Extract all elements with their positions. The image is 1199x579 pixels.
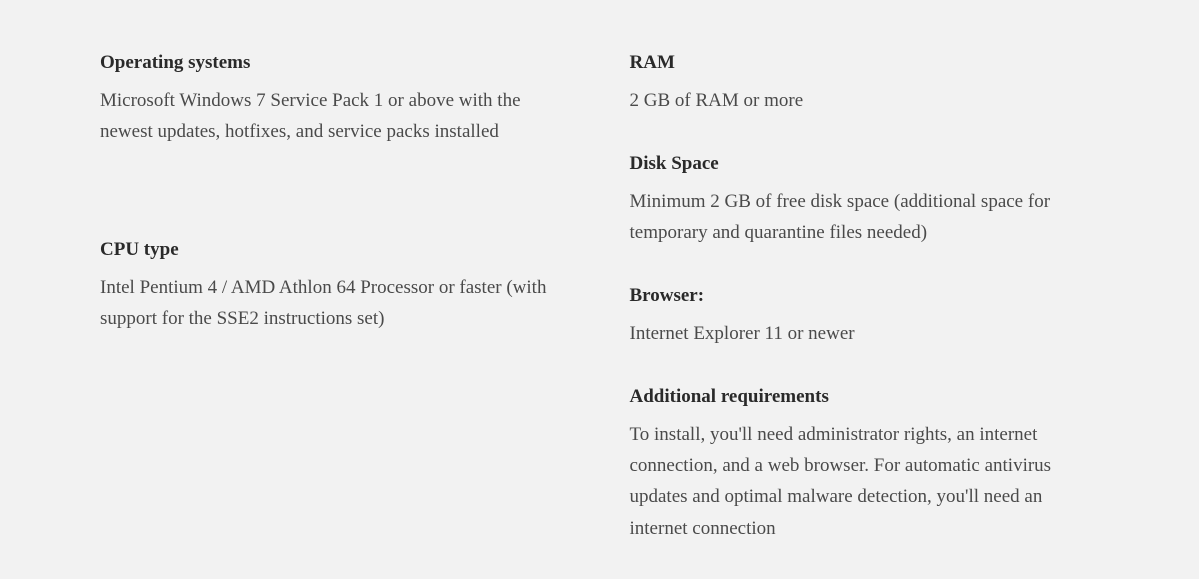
os-body: Microsoft Windows 7 Service Pack 1 or ab… xyxy=(100,85,570,148)
browser-body: Internet Explorer 11 or newer xyxy=(630,318,1100,349)
disk-section: Disk Space Minimum 2 GB of free disk spa… xyxy=(630,151,1100,248)
ram-heading: RAM xyxy=(630,50,1100,77)
disk-heading: Disk Space xyxy=(630,151,1100,178)
os-heading: Operating systems xyxy=(100,50,570,77)
disk-body: Minimum 2 GB of free disk space (additio… xyxy=(630,186,1100,249)
cpu-body: Intel Pentium 4 / AMD Athlon 64 Processo… xyxy=(100,272,570,335)
additional-body: To install, you'll need administrator ri… xyxy=(630,419,1100,544)
ram-body: 2 GB of RAM or more xyxy=(630,85,1100,116)
cpu-section: CPU type Intel Pentium 4 / AMD Athlon 64… xyxy=(100,237,570,334)
right-column: RAM 2 GB of RAM or more Disk Space Minim… xyxy=(630,50,1100,579)
left-column: Operating systems Microsoft Windows 7 Se… xyxy=(100,50,570,579)
browser-heading: Browser: xyxy=(630,283,1100,310)
browser-section: Browser: Internet Explorer 11 or newer xyxy=(630,283,1100,349)
requirements-container: Operating systems Microsoft Windows 7 Se… xyxy=(100,50,1099,579)
ram-section: RAM 2 GB of RAM or more xyxy=(630,50,1100,116)
additional-heading: Additional requirements xyxy=(630,384,1100,411)
additional-section: Additional requirements To install, you'… xyxy=(630,384,1100,544)
os-section: Operating systems Microsoft Windows 7 Se… xyxy=(100,50,570,147)
cpu-heading: CPU type xyxy=(100,237,570,264)
